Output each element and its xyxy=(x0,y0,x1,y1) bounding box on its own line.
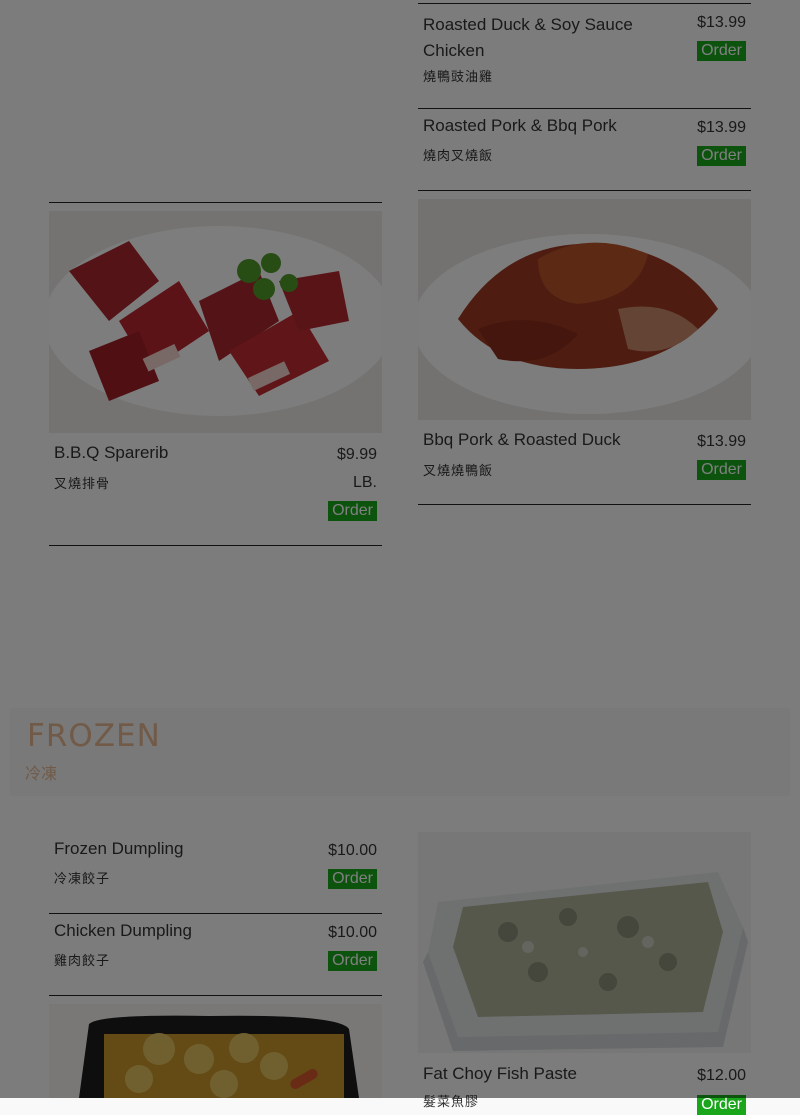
item-name: Frozen Dumpling xyxy=(54,839,184,858)
section-header-frozen: FROZEN 冷凍 xyxy=(10,708,790,796)
divider xyxy=(418,190,751,191)
order-button[interactable]: Order xyxy=(697,1095,746,1115)
item-name: Fat Choy Fish Paste xyxy=(423,1064,578,1083)
bbq-sparerib-photo xyxy=(49,211,382,433)
item-chinese-name: 冷凍餃子 xyxy=(54,872,111,887)
menu-item-roasted-duck-soy-chicken: Roasted Duck & Soy Sauce Chicken 燒鴨豉油雞 $1… xyxy=(418,4,751,108)
item-name: B.B.Q Sparerib xyxy=(54,443,169,462)
menu-item-fat-choy-fish-paste: Fat Choy Fish Paste 髮菜魚膠 $12.00 Order xyxy=(418,1053,751,1115)
item-name: Chicken Dumpling xyxy=(54,921,192,940)
item-chinese-name: 叉燒排骨 xyxy=(54,477,111,492)
item-unit: LB. xyxy=(352,474,377,491)
menu-item-frozen-dumpling: Frozen Dumpling 冷凍餃子 $10.00 Order xyxy=(49,832,382,913)
divider xyxy=(418,504,751,505)
fat-choy-fish-paste-photo xyxy=(418,832,751,1053)
order-button[interactable]: Order xyxy=(328,951,377,971)
order-button[interactable]: Order xyxy=(697,41,746,61)
item-price: $10.00 xyxy=(328,842,377,859)
item-price: $13.99 xyxy=(697,119,746,136)
item-price: $10.00 xyxy=(328,924,377,941)
divider xyxy=(49,202,382,203)
order-button[interactable]: Order xyxy=(328,501,377,521)
item-chinese-name: 叉燒燒鴨飯 xyxy=(423,464,494,479)
menu-item-bbq-sparerib: B.B.Q Sparerib 叉燒排骨 $9.99 LB. Order xyxy=(49,433,382,545)
menu-item-bbq-pork-roasted-duck: Bbq Pork & Roasted Duck 叉燒燒鴨飯 $13.99 Ord… xyxy=(418,420,751,504)
item-price: $9.99 xyxy=(336,446,377,463)
order-button[interactable]: Order xyxy=(328,869,377,889)
item-name: Roasted Pork & Bbq Pork xyxy=(423,116,617,135)
menu-item-chicken-dumpling: Chicken Dumpling 雞肉餃子 $10.00 Order xyxy=(49,914,382,995)
item-name: Roasted Duck & Soy Sauce Chicken xyxy=(423,15,633,60)
divider xyxy=(49,995,382,996)
item-name: Bbq Pork & Roasted Duck xyxy=(423,430,621,449)
order-button[interactable]: Order xyxy=(697,146,746,166)
bbq-pork-roasted-duck-photo xyxy=(418,199,751,420)
frozen-food-tray-photo xyxy=(49,1004,382,1098)
divider xyxy=(49,545,382,546)
item-chinese-name: 髮菜魚膠 xyxy=(423,1095,480,1110)
order-button[interactable]: Order xyxy=(697,460,746,480)
item-chinese-name: 燒肉叉燒飯 xyxy=(423,149,494,164)
menu-item-roasted-pork-bbq-pork: Roasted Pork & Bbq Pork 燒肉叉燒飯 $13.99 Ord… xyxy=(418,109,751,190)
item-price: $13.99 xyxy=(697,433,746,450)
item-price: $12.00 xyxy=(697,1067,746,1084)
section-title: FROZEN xyxy=(27,718,161,754)
section-subtitle: 冷凍 xyxy=(25,766,58,783)
item-chinese-name: 燒鴨豉油雞 xyxy=(423,70,494,85)
item-chinese-name: 雞肉餃子 xyxy=(54,954,111,969)
item-price: $13.99 xyxy=(697,14,746,31)
